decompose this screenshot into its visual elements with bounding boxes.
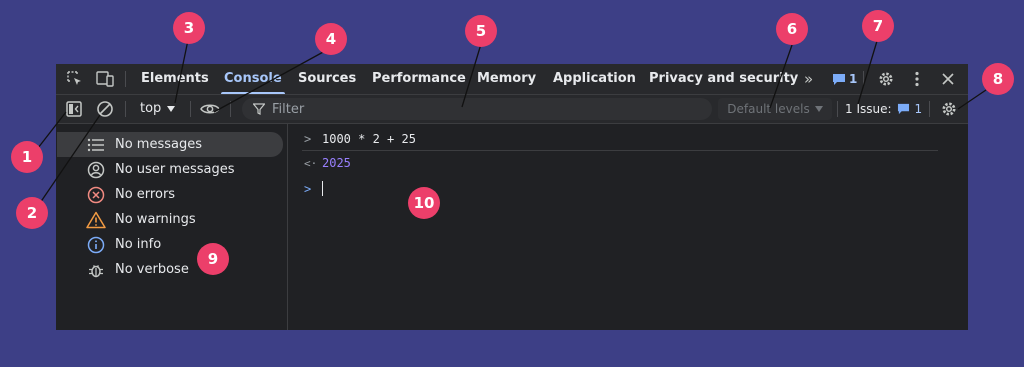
- result-arrow-icon: <·: [304, 156, 318, 170]
- user-icon: [86, 160, 106, 180]
- warning-icon: [86, 210, 106, 230]
- text-cursor: [322, 181, 323, 196]
- callout-9: 9: [197, 243, 229, 275]
- log-levels-label: Default levels: [727, 102, 810, 116]
- sidebar-toggle-icon[interactable]: [64, 99, 84, 119]
- issues-button[interactable]: 1 Issue: 1: [845, 95, 922, 123]
- toolbar-divider: [125, 101, 126, 117]
- console-result-entry: <· 2025: [304, 156, 351, 170]
- bug-icon: [86, 260, 106, 280]
- live-expression-eye-icon[interactable]: [200, 99, 220, 119]
- callout-2: 2: [16, 197, 48, 229]
- more-tabs-button[interactable]: »: [804, 64, 813, 94]
- sidebar-item-label: No messages: [115, 137, 203, 152]
- filter-funnel-icon: [253, 103, 265, 115]
- device-toolbar-icon[interactable]: [95, 69, 115, 89]
- sidebar-item-label: No verbose: [115, 262, 189, 277]
- console-result-value: 2025: [322, 156, 351, 170]
- tab-privacy-and-security[interactable]: Privacy and security: [649, 64, 798, 94]
- sidebar-item-messages[interactable]: No messages: [57, 132, 283, 157]
- prompt-chevron-icon: >: [304, 181, 312, 196]
- clear-console-icon[interactable]: [95, 99, 115, 119]
- callout-8: 8: [982, 63, 1014, 95]
- console-output[interactable]: > 1000 * 2 + 25 <· 2025 >: [288, 124, 968, 330]
- sidebar-item-label: No errors: [115, 187, 176, 202]
- sidebar-item-warnings[interactable]: No warnings: [57, 207, 283, 232]
- tab-bar-divider: [125, 71, 126, 87]
- devtools-window: Elements Console Sources Performance Mem…: [56, 64, 968, 330]
- console-sidebar: No messages No user messages No errors N…: [56, 124, 288, 330]
- callout-1: 1: [11, 141, 43, 173]
- filter-input[interactable]: [272, 101, 692, 117]
- console-settings-gear-icon[interactable]: [939, 99, 959, 119]
- callout-3: 3: [173, 12, 205, 44]
- tab-bar: Elements Console Sources Performance Mem…: [56, 64, 968, 95]
- console-input-entry: > 1000 * 2 + 25: [304, 132, 416, 146]
- toolbar-divider: [837, 101, 838, 117]
- message-icon: [833, 73, 845, 85]
- tab-elements[interactable]: Elements: [141, 64, 209, 94]
- callout-7: 7: [862, 10, 894, 42]
- sidebar-item-errors[interactable]: No errors: [57, 182, 283, 207]
- context-label: top: [140, 101, 162, 116]
- sidebar-item-label: No info: [115, 237, 162, 252]
- issue-message-icon: [897, 103, 909, 115]
- error-icon: [86, 185, 106, 205]
- issues-count: 1: [914, 102, 923, 116]
- tab-bar-divider: [863, 71, 864, 87]
- toolbar-divider: [929, 101, 930, 117]
- sidebar-item-label: No user messages: [115, 162, 235, 177]
- close-icon[interactable]: [938, 69, 958, 89]
- console-input-expression: 1000 * 2 + 25: [322, 132, 416, 146]
- filter-box[interactable]: [242, 98, 712, 120]
- sidebar-item-user-messages[interactable]: No user messages: [57, 157, 283, 182]
- dropdown-arrow-icon: [167, 105, 176, 112]
- tab-memory[interactable]: Memory: [477, 64, 536, 94]
- sidebar-item-info[interactable]: No info: [57, 232, 283, 257]
- settings-gear-icon[interactable]: [876, 69, 896, 89]
- callout-5: 5: [465, 15, 497, 47]
- tab-sources[interactable]: Sources: [298, 64, 356, 94]
- callout-4: 4: [315, 23, 347, 55]
- callout-6: 6: [776, 13, 808, 45]
- tab-performance[interactable]: Performance: [372, 64, 466, 94]
- messages-badge-count: 1: [849, 72, 858, 86]
- issues-label: 1 Issue:: [845, 102, 892, 116]
- callout-10: 10: [408, 187, 440, 219]
- info-icon: [86, 235, 106, 255]
- dropdown-arrow-icon: [814, 106, 823, 112]
- toolbar-divider: [230, 101, 231, 117]
- context-selector[interactable]: top: [140, 101, 176, 116]
- more-options-icon[interactable]: [907, 69, 927, 89]
- messages-badge[interactable]: 1: [832, 72, 857, 86]
- toolbar-divider: [190, 101, 191, 117]
- sidebar-item-verbose[interactable]: No verbose: [57, 257, 283, 282]
- console-prompt[interactable]: >: [304, 181, 323, 196]
- tab-application[interactable]: Application: [553, 64, 636, 94]
- log-levels-dropdown[interactable]: Default levels: [718, 98, 832, 120]
- prompt-chevron-icon: >: [304, 132, 312, 146]
- inspect-element-icon[interactable]: [65, 69, 85, 89]
- sidebar-item-label: No warnings: [115, 212, 196, 227]
- list-icon: [86, 135, 106, 155]
- console-entry-divider: [302, 150, 938, 151]
- console-toolbar: top Default levels 1 Issue: 1: [56, 95, 968, 124]
- tab-console[interactable]: Console: [221, 64, 285, 94]
